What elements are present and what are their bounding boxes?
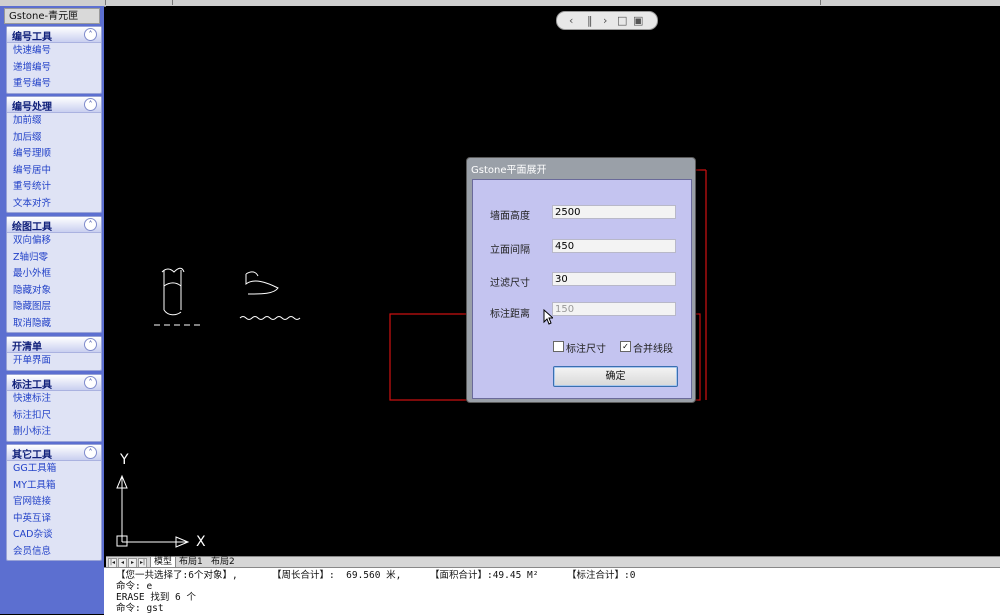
filter-size-label: 过滤尺寸: [490, 278, 530, 289]
palette-item[interactable]: 编号理顺: [7, 146, 101, 163]
palette-group: 开清单 ˄ 开单界面: [6, 336, 102, 371]
palette-item[interactable]: 加后缀: [7, 130, 101, 147]
palette-item[interactable]: GG工具箱: [7, 461, 101, 478]
command-prompt-line: 命令: gst: [116, 603, 164, 614]
next-icon[interactable]: ›: [603, 12, 607, 29]
maximize-icon[interactable]: ▣: [633, 12, 643, 29]
collapse-icon[interactable]: ˄: [84, 28, 97, 41]
flat-expand-dialog: Gstone平面展开 墙面高度 2500 立面间隔 450 过滤尺寸 30 标注…: [466, 157, 696, 403]
elevation-gap-input[interactable]: 450: [552, 239, 676, 253]
palette-group: 编号处理 ˄ 加前缀 加后缀 编号理顺 编号居中 重号统计 文本对齐: [6, 96, 102, 213]
collapse-icon[interactable]: ˄: [84, 446, 97, 459]
toolbar-divider: [105, 0, 106, 5]
elevation-symbol: [161, 267, 185, 316]
palette-group: 绘图工具 ˄ 双向偏移 Z轴归零 最小外框 隐藏对象 隐藏图层 取消隐藏: [6, 216, 102, 333]
palette-item[interactable]: 加前缀: [7, 113, 101, 130]
palette-group-title: 编号处理: [12, 102, 52, 113]
dimension-distance-input[interactable]: 150: [552, 302, 676, 316]
filter-size-input[interactable]: 30: [552, 272, 676, 286]
palette-group-header[interactable]: 标注工具 ˄: [7, 375, 101, 391]
dialog-title: Gstone平面展开: [471, 165, 547, 176]
palette-item[interactable]: 快速标注: [7, 391, 101, 408]
palette-item[interactable]: MY工具箱: [7, 478, 101, 495]
command-window[interactable]: 【您一共选择了:6个对象】, 【周长合计】: 69.560 米, 【面积合计】:…: [104, 567, 1000, 615]
ok-button[interactable]: 确定: [553, 366, 678, 387]
collapse-icon[interactable]: ˄: [84, 98, 97, 111]
palette-group-header[interactable]: 编号处理 ˄: [7, 97, 101, 113]
palette-item[interactable]: CAD杂谈: [7, 527, 101, 544]
palette-item[interactable]: 开单界面: [7, 353, 101, 370]
palette-item[interactable]: 删小标注: [7, 424, 101, 441]
palette-item[interactable]: 标注扣尺: [7, 408, 101, 425]
ucs-x-label: X: [196, 534, 206, 550]
palette-group-header[interactable]: 开清单 ˄: [7, 337, 101, 353]
tool-palette: Gstone-青元匣 编号工具 ˄ 快速编号 递增编号 重号编号 编号处理 ˄ 加前缀 加后缀编…: [0, 6, 104, 614]
palette-group-title: 其它工具: [12, 450, 52, 461]
palette-group: 标注工具 ˄ 快速标注 标注扣尺 删小标注: [6, 374, 102, 442]
palette-group: 编号工具 ˄ 快速编号 递增编号 重号编号: [6, 26, 102, 94]
palette-item[interactable]: 中英互译: [7, 511, 101, 528]
palette-item[interactable]: 递增编号: [7, 60, 101, 77]
palette-group-title: 绘图工具: [12, 222, 52, 233]
palette-item[interactable]: 会员信息: [7, 544, 101, 561]
view-nav-bar: ‹ ‖ › □ ▣: [556, 11, 658, 30]
palette-group-header[interactable]: 其它工具 ˄: [7, 445, 101, 461]
palette-item[interactable]: Z轴归零: [7, 250, 101, 267]
palette-item[interactable]: 重号统计: [7, 179, 101, 196]
palette-item[interactable]: 官网链接: [7, 494, 101, 511]
palette-title: Gstone-青元匣: [4, 8, 100, 24]
palette-item[interactable]: 隐藏图层: [7, 299, 101, 316]
palette-item[interactable]: 取消隐藏: [7, 316, 101, 333]
elevation-symbol: [245, 271, 279, 295]
palette-group-title: 开清单: [12, 342, 42, 353]
palette-item[interactable]: 文本对齐: [7, 196, 101, 213]
wall-height-label: 墙面高度: [490, 211, 530, 222]
palette-item[interactable]: 快速编号: [7, 43, 101, 60]
toolbar-divider: [820, 0, 821, 5]
palette-item[interactable]: 重号编号: [7, 76, 101, 93]
palette-group-header[interactable]: 绘图工具 ˄: [7, 217, 101, 233]
collapse-icon[interactable]: ˄: [84, 218, 97, 231]
wavy-line: [239, 316, 301, 320]
dimension-distance-label: 标注距离: [490, 309, 530, 320]
merge-lines-checkbox-label: 合并线段: [633, 344, 673, 355]
palette-group-title: 编号工具: [12, 32, 52, 43]
dimension-checkbox-label: 标注尺寸: [566, 344, 606, 355]
ucs-icon: [116, 474, 190, 548]
palette-item[interactable]: 编号居中: [7, 163, 101, 180]
ucs-y-label: Y: [119, 452, 129, 468]
command-history-line: 【您一共选择了:6个对象】, 【周长合计】: 69.560 米, 【面积合计】:…: [116, 570, 636, 581]
command-history-line: 命令: e: [116, 581, 153, 592]
dialog-body: 墙面高度 2500 立面间隔 450 过滤尺寸 30 标注距离 150 标注尺寸…: [472, 179, 692, 399]
toolbar-divider: [172, 0, 173, 5]
prev-icon[interactable]: ‹: [569, 12, 573, 29]
command-history-line: ERASE 找到 6 个: [116, 592, 196, 603]
pause-icon[interactable]: ‖: [587, 12, 593, 29]
palette-item[interactable]: 最小外框: [7, 266, 101, 283]
tab-layout2[interactable]: 布局2: [208, 557, 238, 567]
elevation-gap-label: 立面间隔: [490, 245, 530, 256]
palette-item[interactable]: 隐藏对象: [7, 283, 101, 300]
palette-group: 其它工具 ˄ GG工具箱 MY工具箱 官网链接 中英互译 CAD杂谈 会员信息: [6, 444, 102, 561]
restore-icon[interactable]: □: [617, 12, 627, 29]
collapse-icon[interactable]: ˄: [84, 338, 97, 351]
palette-item[interactable]: 双向偏移: [7, 233, 101, 250]
cursor-icon: [543, 309, 553, 325]
wall-height-input[interactable]: 2500: [552, 205, 676, 219]
collapse-icon[interactable]: ˄: [84, 376, 97, 389]
tab-layout1[interactable]: 布局1: [176, 557, 206, 567]
palette-group-header[interactable]: 编号工具 ˄: [7, 27, 101, 43]
palette-group-title: 标注工具: [12, 380, 52, 391]
dimension-checkbox[interactable]: [553, 341, 564, 352]
merge-lines-checkbox[interactable]: ✓: [620, 341, 631, 352]
